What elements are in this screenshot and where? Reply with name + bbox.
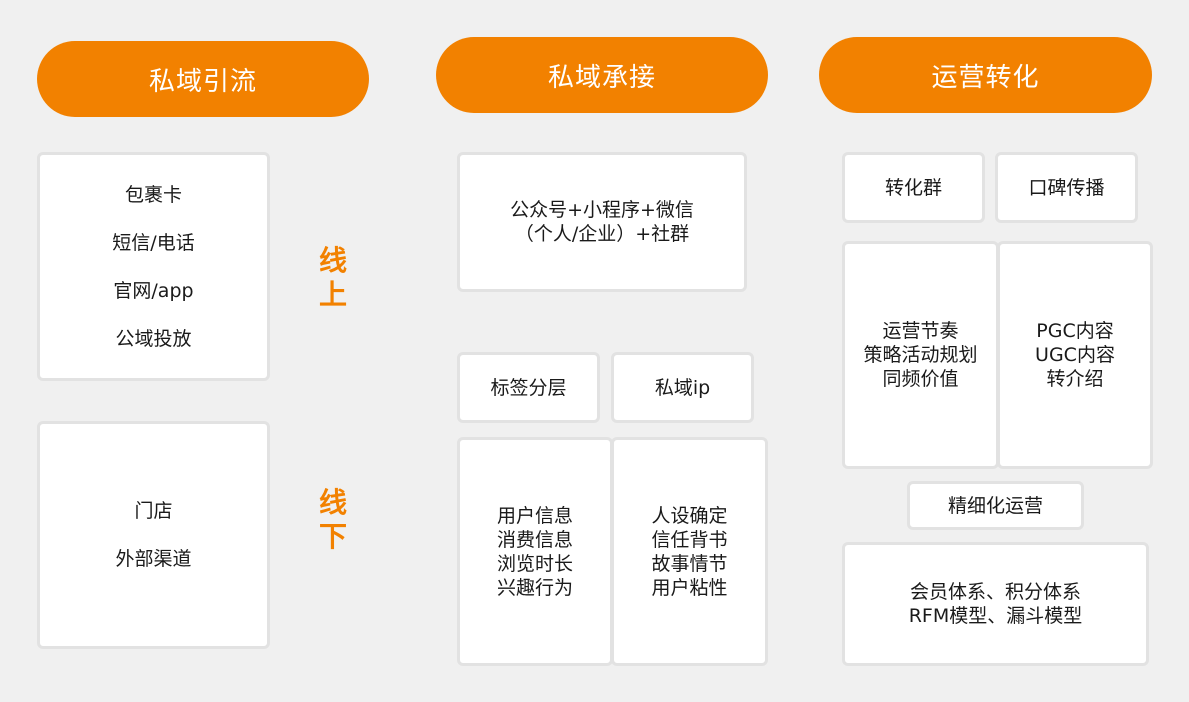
operation-rhythm-line: 同频价值 [882,368,959,390]
reception-line: （个人/企业）+社群 [514,223,690,245]
user-data-line: 浏览时长 [496,552,573,575]
conversion-group-box: 转化群 [842,152,985,223]
persona-line: 用户粘性 [651,576,728,599]
offline-channels-box: 门店 外部渠道 [37,421,270,649]
tag-layering-box: 标签分层 [457,352,600,423]
offline-label-char: 下 [318,520,347,553]
private-ip-box: 私域ip [611,352,754,423]
header-private-traffic-text: 私域引流 [148,66,257,97]
word-of-mouth-text: 口碑传播 [1028,176,1105,199]
conversion-group-text: 转化群 [884,176,942,199]
refined-operation-text: 精细化运营 [947,494,1043,517]
header-operation-conversion: 运营转化 [819,37,1152,113]
content-line: 转介绍 [1046,368,1104,390]
membership-model-line: RFM模型、漏斗模型 [908,605,1083,627]
reception-line: 公众号+小程序+微信 [510,199,694,221]
persona-line: 故事情节 [651,552,728,575]
offline-label-char: 线 [318,486,347,519]
online-item: 公域投放 [115,327,192,350]
offline-label: 线 下 [313,486,353,554]
offline-item: 外部渠道 [115,548,192,570]
user-data-line: 兴趣行为 [496,576,573,599]
content-box: PGC内容 UGC内容 转介绍 [997,241,1153,469]
offline-item: 门店 [134,500,173,522]
user-data-line: 用户信息 [496,504,573,527]
membership-model-box: 会员体系、积分体系 RFM模型、漏斗模型 [842,542,1149,666]
online-item: 官网/app [113,279,194,302]
refined-operation-box: 精细化运营 [907,481,1084,530]
online-label: 线 上 [313,244,353,312]
tag-layering-text: 标签分层 [490,376,567,399]
operation-rhythm-box: 运营节奏 策略活动规划 同频价值 [842,241,999,469]
operation-rhythm-line: 运营节奏 [882,320,959,342]
persona-line: 人设确定 [651,504,728,527]
private-ip-text: 私域ip [654,376,711,399]
header-private-reception: 私域承接 [436,37,768,113]
user-data-box: 用户信息 消费信息 浏览时长 兴趣行为 [457,437,613,666]
online-label-char: 上 [318,278,347,311]
word-of-mouth-box: 口碑传播 [995,152,1138,223]
online-item: 短信/电话 [112,231,195,254]
online-channels-box: 包裹卡 短信/电话 官网/app 公域投放 [37,152,270,381]
header-operation-conversion-text: 运营转化 [931,62,1040,93]
content-line: PGC内容 [1036,320,1114,342]
persona-box: 人设确定 信任背书 故事情节 用户粘性 [611,437,768,666]
online-item: 包裹卡 [124,183,182,206]
operation-rhythm-line: 策略活动规划 [863,344,978,366]
header-private-traffic: 私域引流 [37,41,369,117]
online-label-char: 线 [318,244,347,277]
persona-line: 信任背书 [651,528,728,551]
header-private-reception-text: 私域承接 [547,62,656,93]
reception-channels-box: 公众号+小程序+微信 （个人/企业）+社群 [457,152,747,292]
membership-model-line: 会员体系、积分体系 [909,581,1081,603]
content-line: UGC内容 [1035,344,1115,366]
user-data-line: 消费信息 [496,528,573,551]
